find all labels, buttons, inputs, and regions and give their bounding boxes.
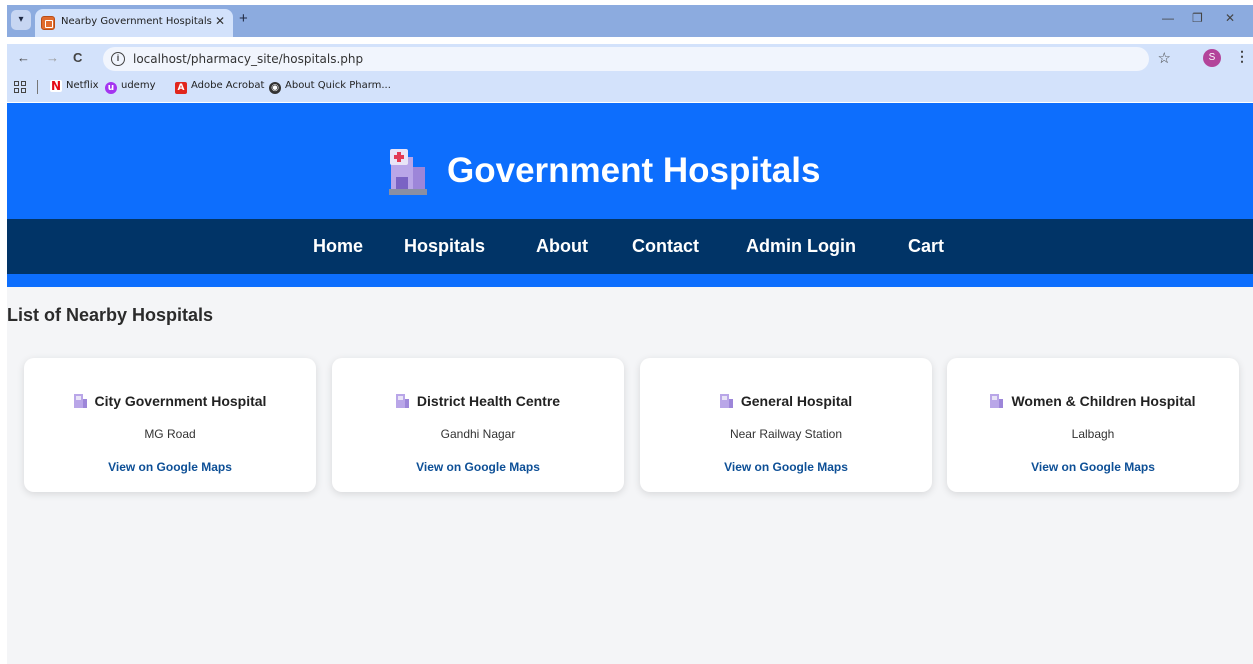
close-window-icon[interactable]: ✕ <box>1225 11 1235 25</box>
globe-icon: ◉ <box>269 82 281 94</box>
hospital-card-title: General Hospital <box>640 393 932 409</box>
nav-about[interactable]: About <box>536 236 588 257</box>
site-favicon-icon <box>41 16 55 30</box>
section-title: List of Nearby Hospitals <box>7 305 214 325</box>
bookmark-label: About Quick Pharm... <box>285 80 391 91</box>
acrobat-icon: A <box>175 82 187 94</box>
minimize-icon[interactable]: — <box>1162 11 1174 25</box>
nav-contact[interactable]: Contact <box>632 236 699 257</box>
hospital-card: District Health Centre Gandhi Nagar View… <box>332 358 624 492</box>
bookmark-label: Adobe Acrobat <box>191 80 265 91</box>
close-tab-icon[interactable]: ✕ <box>215 14 225 28</box>
bookmark-label: Netflix <box>66 80 99 91</box>
hospital-card: City Government Hospital MG Road View on… <box>24 358 316 492</box>
hospital-name: City Government Hospital <box>94 393 267 409</box>
tab-search-icon[interactable]: ▾ <box>11 10 31 30</box>
nav-home[interactable]: Home <box>313 236 363 257</box>
hospital-icon <box>719 394 733 408</box>
hospital-name: General Hospital <box>740 393 853 409</box>
bookmark-about-quick-pharm[interactable]: ◉ About Quick Pharm... <box>269 80 391 94</box>
hospital-icon <box>990 394 1004 408</box>
back-icon[interactable]: ← <box>17 50 30 65</box>
google-maps-link[interactable]: View on Google Maps <box>947 460 1239 474</box>
hospital-address: Gandhi Nagar <box>440 427 516 441</box>
forward-icon[interactable]: → <box>46 50 59 65</box>
hospital-name: District Health Centre <box>416 393 561 409</box>
udemy-icon: u <box>105 82 117 94</box>
hospital-address: MG Road <box>144 427 196 441</box>
hospital-icon <box>395 394 409 408</box>
header-accent-strip <box>7 274 1253 287</box>
hospital-card-title: District Health Centre <box>332 393 624 409</box>
hospital-card: Women & Children Hospital Lalbagh View o… <box>947 358 1239 492</box>
hospital-card-title: City Government Hospital <box>24 393 316 409</box>
restore-icon[interactable]: ❐ <box>1192 11 1203 25</box>
hospital-card-title: Women & Children Hospital <box>947 393 1239 409</box>
site-info-icon[interactable]: i <box>111 52 125 66</box>
nav-cart[interactable]: Cart <box>908 236 944 257</box>
google-maps-link[interactable]: View on Google Maps <box>24 460 316 474</box>
netflix-icon: N <box>50 79 62 93</box>
bookmark-adobe-acrobat[interactable]: A Adobe Acrobat <box>175 80 264 94</box>
reload-icon[interactable]: C <box>73 50 82 65</box>
bookmark-label: udemy <box>121 80 156 91</box>
url-text[interactable]: localhost/pharmacy_site/hospitals.php <box>133 52 363 66</box>
apps-grid-icon[interactable] <box>14 81 26 93</box>
profile-avatar[interactable]: S <box>1203 49 1221 67</box>
page-content: Government Hospitals Home Hospitals Abou… <box>7 103 1253 664</box>
nav-admin-login[interactable]: Admin Login <box>746 236 856 257</box>
hospital-card: General Hospital Near Railway Station Vi… <box>640 358 932 492</box>
bookmarks-bar: N Netflix u udemy A Adobe Acrobat ◉ About Qu… <box>7 74 1253 102</box>
address-bar[interactable]: i localhost/pharmacy_site/hospitals.php … <box>103 47 1171 71</box>
hospital-address: Lalbagh <box>1071 427 1115 441</box>
browser-menu-icon[interactable]: ⋮ <box>1235 48 1249 65</box>
bookmarks-divider <box>37 80 38 94</box>
new-tab-icon[interactable]: + <box>239 10 248 27</box>
browser-toolbar: ← → C i localhost/pharmacy_site/hospital… <box>7 44 1253 74</box>
site-header: Government Hospitals <box>7 103 1253 219</box>
hospital-name: Women & Children Hospital <box>1011 393 1196 409</box>
main-navigation: Home Hospitals About Contact Admin Login… <box>7 219 1253 274</box>
bookmark-netflix[interactable]: N Netflix <box>50 80 99 92</box>
page-title: Government Hospitals <box>447 151 821 190</box>
google-maps-link[interactable]: View on Google Maps <box>640 460 932 474</box>
hospital-address: Near Railway Station <box>729 427 843 441</box>
hospital-icon <box>389 149 427 195</box>
bookmark-udemy[interactable]: u udemy <box>105 80 156 94</box>
nav-hospitals[interactable]: Hospitals <box>404 236 485 257</box>
browser-tab[interactable]: Nearby Government Hospitals ✕ <box>35 9 233 37</box>
google-maps-link[interactable]: View on Google Maps <box>332 460 624 474</box>
browser-tab-strip: ▾ Nearby Government Hospitals ✕ + — ❐ ✕ <box>7 5 1253 37</box>
bookmark-star-icon[interactable]: ☆ <box>1158 49 1171 67</box>
hospital-icon <box>73 394 87 408</box>
tab-title: Nearby Government Hospitals <box>61 16 212 27</box>
